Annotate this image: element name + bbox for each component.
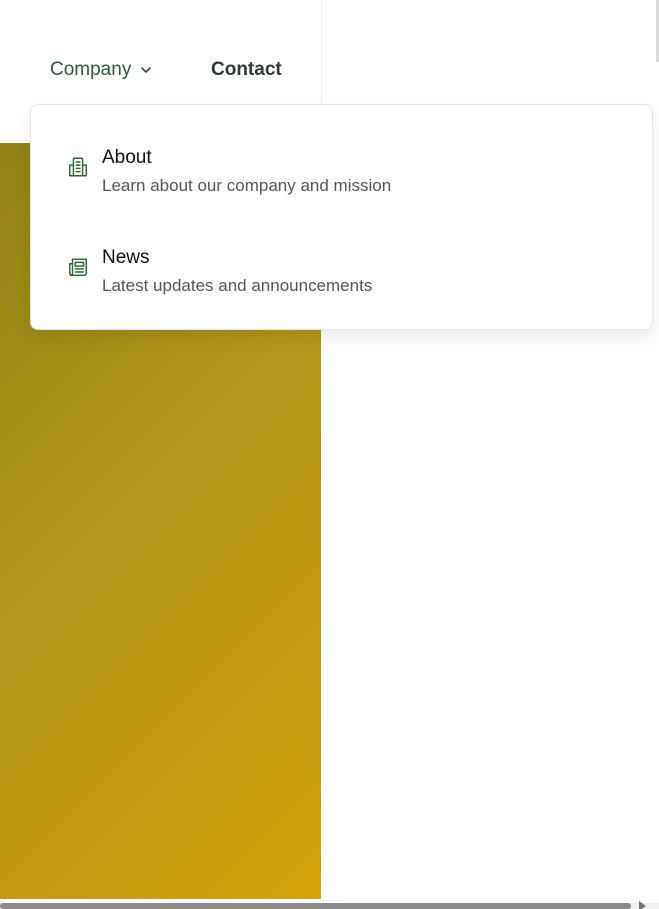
nav-company-label: Company <box>50 59 132 80</box>
nav-company-button[interactable]: Company <box>50 57 153 83</box>
dropdown-item-news[interactable]: News Latest updates and announcements <box>31 241 652 321</box>
company-dropdown-menu: About Learn about our company and missio… <box>30 104 653 330</box>
dropdown-item-about[interactable]: About Learn about our company and missio… <box>31 141 652 221</box>
newspaper-icon <box>69 258 87 276</box>
chevron-down-icon <box>141 67 152 73</box>
scrollbar-thumb[interactable] <box>0 903 631 909</box>
scroll-right-arrow-icon[interactable] <box>639 901 646 909</box>
dropdown-item-title: About <box>102 147 152 168</box>
dropdown-item-title: News <box>102 247 150 268</box>
building-icon <box>69 157 87 177</box>
nav-contact-link[interactable]: Contact <box>211 57 282 83</box>
dropdown-item-description: Learn about our company and mission <box>102 176 392 195</box>
dropdown-item-description: Latest updates and announcements <box>102 276 373 295</box>
